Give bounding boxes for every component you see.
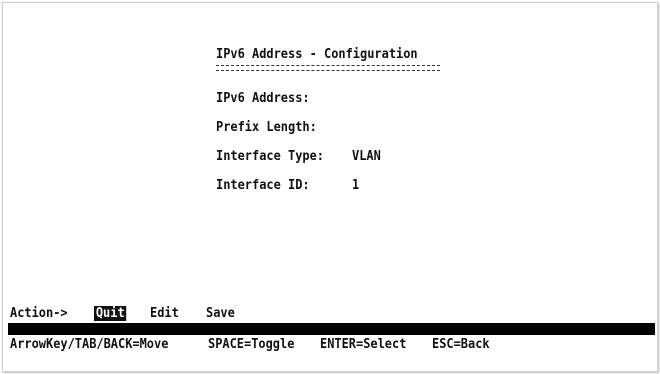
interface-id-label: Interface ID: bbox=[216, 178, 310, 193]
title-underline bbox=[216, 65, 440, 71]
edit-action-button[interactable]: Edit bbox=[150, 307, 179, 321]
help-back-hint: ESC=Back bbox=[432, 337, 490, 352]
quit-action-button[interactable]: Quit bbox=[94, 306, 127, 321]
ipv6-address-label: IPv6 Address: bbox=[216, 91, 310, 106]
page-title: IPv6 Address - Configuration bbox=[216, 47, 418, 62]
interface-type-field[interactable]: VLAN bbox=[352, 150, 381, 164]
help-move-hint: ArrowKey/TAB/BACK=Move bbox=[10, 337, 169, 352]
interface-id-field[interactable]: 1 bbox=[352, 179, 359, 193]
status-separator-bar bbox=[8, 323, 655, 335]
help-select-hint: ENTER=Select bbox=[320, 337, 407, 352]
save-action-button[interactable]: Save bbox=[206, 307, 235, 321]
interface-type-label: Interface Type: bbox=[216, 149, 325, 164]
prefix-length-label: Prefix Length: bbox=[216, 120, 317, 135]
action-prompt-label: Action-> bbox=[10, 306, 68, 321]
help-toggle-hint: SPACE=Toggle bbox=[208, 337, 295, 352]
terminal-screen: IPv6 Address - Configuration IPv6 Addres… bbox=[8, 8, 655, 362]
